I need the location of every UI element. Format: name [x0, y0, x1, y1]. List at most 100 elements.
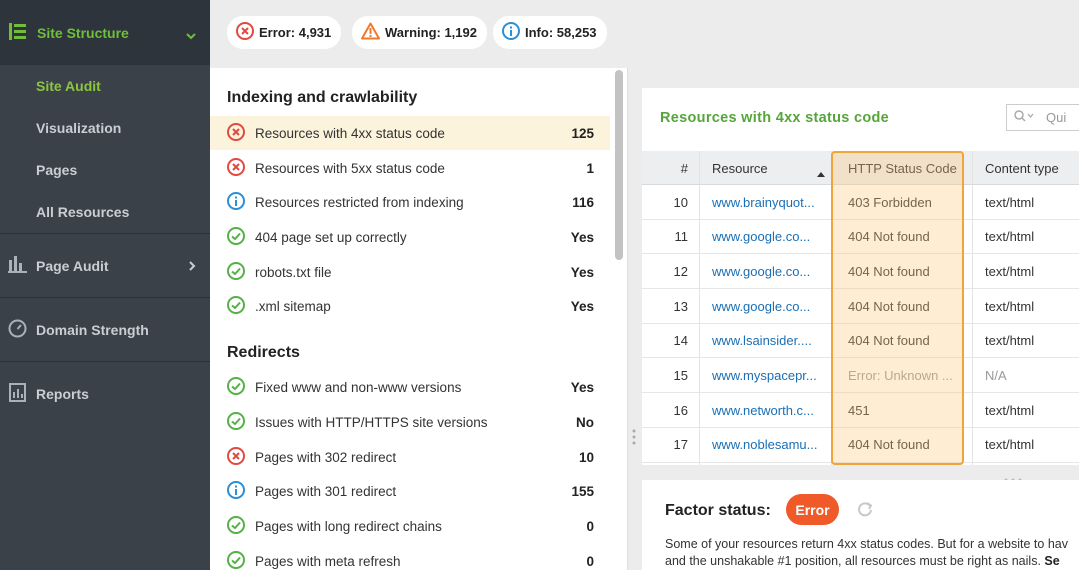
sidebar-item-visualization[interactable]: Visualization [0, 107, 210, 149]
error-count-badge[interactable]: Error: 4,931 [227, 16, 342, 49]
factor-row[interactable]: Pages with meta refresh 0 [210, 544, 610, 570]
factor-description-line2: and the unshakable #1 position, all reso… [665, 554, 1045, 568]
column-header-number[interactable]: # [642, 151, 688, 185]
row-number: 12 [673, 263, 688, 279]
factor-label: .xml sitemap [255, 298, 331, 314]
site-structure-icon [8, 22, 27, 44]
sidebar-item-domain-strength[interactable]: Domain Strength [0, 297, 210, 361]
factor-value: 116 [572, 194, 594, 210]
factor-value: Yes [570, 264, 594, 280]
factor-row[interactable]: 404 page set up correctly Yes [210, 220, 610, 254]
resource-link[interactable]: www.google.co... [712, 254, 810, 288]
sidebar-item-page-audit[interactable]: Page Audit [0, 233, 210, 297]
sort-ascending-icon[interactable] [817, 165, 825, 180]
factor-value: Yes [570, 379, 594, 395]
info-count: Info: 58,253 [525, 25, 597, 40]
report-icon [8, 382, 27, 405]
row-number: 13 [673, 298, 688, 314]
factor-row[interactable]: .xml sitemap Yes [210, 289, 610, 323]
resource-link[interactable]: www.google.co... [712, 289, 810, 323]
factor-value: 1 [586, 160, 594, 176]
sidebar-section-site-structure[interactable]: Site Structure [0, 0, 210, 65]
section-title: Indexing and crawlability [227, 89, 418, 106]
content-type: text/html [985, 298, 1035, 314]
factor-row[interactable]: Pages with 302 redirect 10 [210, 440, 610, 474]
factor-row[interactable]: Resources with 5xx status code 1 [210, 151, 610, 185]
table-title: Resources with 4xx status code [660, 110, 889, 126]
factor-row[interactable]: Issues with HTTP/HTTPS site versions No [210, 405, 610, 439]
resource-link[interactable]: www.networth.c... [712, 393, 814, 427]
factor-description-link[interactable]: Se [1044, 554, 1059, 568]
factor-value: 125 [571, 125, 594, 141]
row-number: 15 [673, 368, 688, 383]
sidebar-item-all-resources[interactable]: All Resources [0, 191, 210, 233]
check-icon [227, 550, 245, 570]
check-icon [227, 515, 245, 537]
info-icon [227, 191, 245, 213]
search-icon [1014, 110, 1034, 125]
resource-link[interactable]: www.myspacepr... [712, 359, 817, 393]
error-icon [227, 157, 245, 179]
content-type: text/html [985, 333, 1035, 349]
content-type: text/html [985, 437, 1035, 453]
panel-resize-handle[interactable] [632, 428, 636, 449]
error-count: Error: 4,931 [259, 25, 332, 40]
info-count-badge[interactable]: Info: 58,253 [493, 16, 607, 49]
factor-label: Resources restricted from indexing [255, 194, 464, 210]
factor-label: Fixed www and non-www versions [255, 379, 462, 395]
factor-row[interactable]: Fixed www and non-www versions Yes [210, 370, 610, 404]
resource-link[interactable]: www.noblesamu... [712, 428, 818, 462]
section-title: Redirects [227, 344, 300, 361]
row-number: 17 [673, 437, 688, 453]
warning-icon [361, 22, 385, 43]
factor-row[interactable]: robots.txt file Yes [210, 255, 610, 289]
summary-bar: Error: 4,931 Warning: 1,192 Info: 58,253 [210, 0, 1079, 68]
warning-count-badge[interactable]: Warning: 1,192 [352, 16, 487, 49]
factor-row[interactable]: Pages with 301 redirect 155 [210, 474, 610, 508]
error-icon [227, 446, 245, 468]
factor-value: 155 [571, 483, 594, 499]
column-header-content-type[interactable]: Content type [985, 151, 1059, 185]
resource-link[interactable]: www.lsainsider.... [712, 324, 812, 358]
quick-search-input[interactable]: Qui [1006, 104, 1079, 131]
refresh-icon[interactable] [856, 500, 874, 521]
check-icon [227, 411, 245, 433]
sidebar-section-label: Site Structure [37, 24, 129, 41]
search-placeholder: Qui [1046, 110, 1067, 125]
check-icon [227, 376, 245, 398]
row-number: 11 [674, 229, 689, 245]
factor-label: Resources with 5xx status code [255, 160, 445, 176]
row-number: 16 [673, 402, 688, 418]
factor-label: Pages with meta refresh [255, 553, 401, 569]
sidebar-item-site-audit[interactable]: Site Audit [0, 65, 210, 107]
info-icon [227, 480, 245, 502]
sidebar: Site Structure Site Audit Visualization … [0, 0, 210, 570]
error-icon [236, 22, 259, 43]
resource-link[interactable]: www.google.co... [712, 220, 810, 254]
factor-value: 0 [586, 553, 594, 569]
content-type: text/html [985, 402, 1035, 418]
factor-row[interactable]: Resources with 4xx status code 125 [210, 116, 610, 150]
chevron-down-icon [186, 28, 196, 43]
content-type: N/A [985, 368, 1007, 383]
row-number: 14 [673, 333, 688, 349]
content-type: text/html [985, 194, 1035, 210]
factor-value: Yes [570, 229, 594, 245]
sidebar-item-label: Domain Strength [36, 321, 149, 338]
status-code-column-highlight [831, 151, 964, 465]
factor-label: 404 page set up correctly [255, 229, 407, 245]
sidebar-item-reports[interactable]: Reports [0, 361, 210, 425]
factors-scrollbar[interactable] [615, 70, 623, 260]
factor-row[interactable]: Pages with long redirect chains 0 [210, 509, 610, 543]
sidebar-item-pages[interactable]: Pages [0, 149, 210, 191]
factor-status-card: Factor status: Error Some of your resour… [642, 480, 1079, 570]
row-number: 10 [673, 194, 688, 210]
factor-status-title: Factor status: [665, 502, 771, 519]
factor-label: Pages with 301 redirect [255, 483, 397, 499]
resource-link[interactable]: www.brainyquot... [712, 185, 815, 219]
chevron-right-icon [189, 258, 196, 274]
factors-panel: Indexing and crawlability Resources with… [210, 68, 628, 570]
factor-row[interactable]: Resources restricted from indexing 116 [210, 185, 610, 219]
check-icon [227, 261, 245, 283]
column-header-resource[interactable]: Resource [712, 151, 768, 185]
